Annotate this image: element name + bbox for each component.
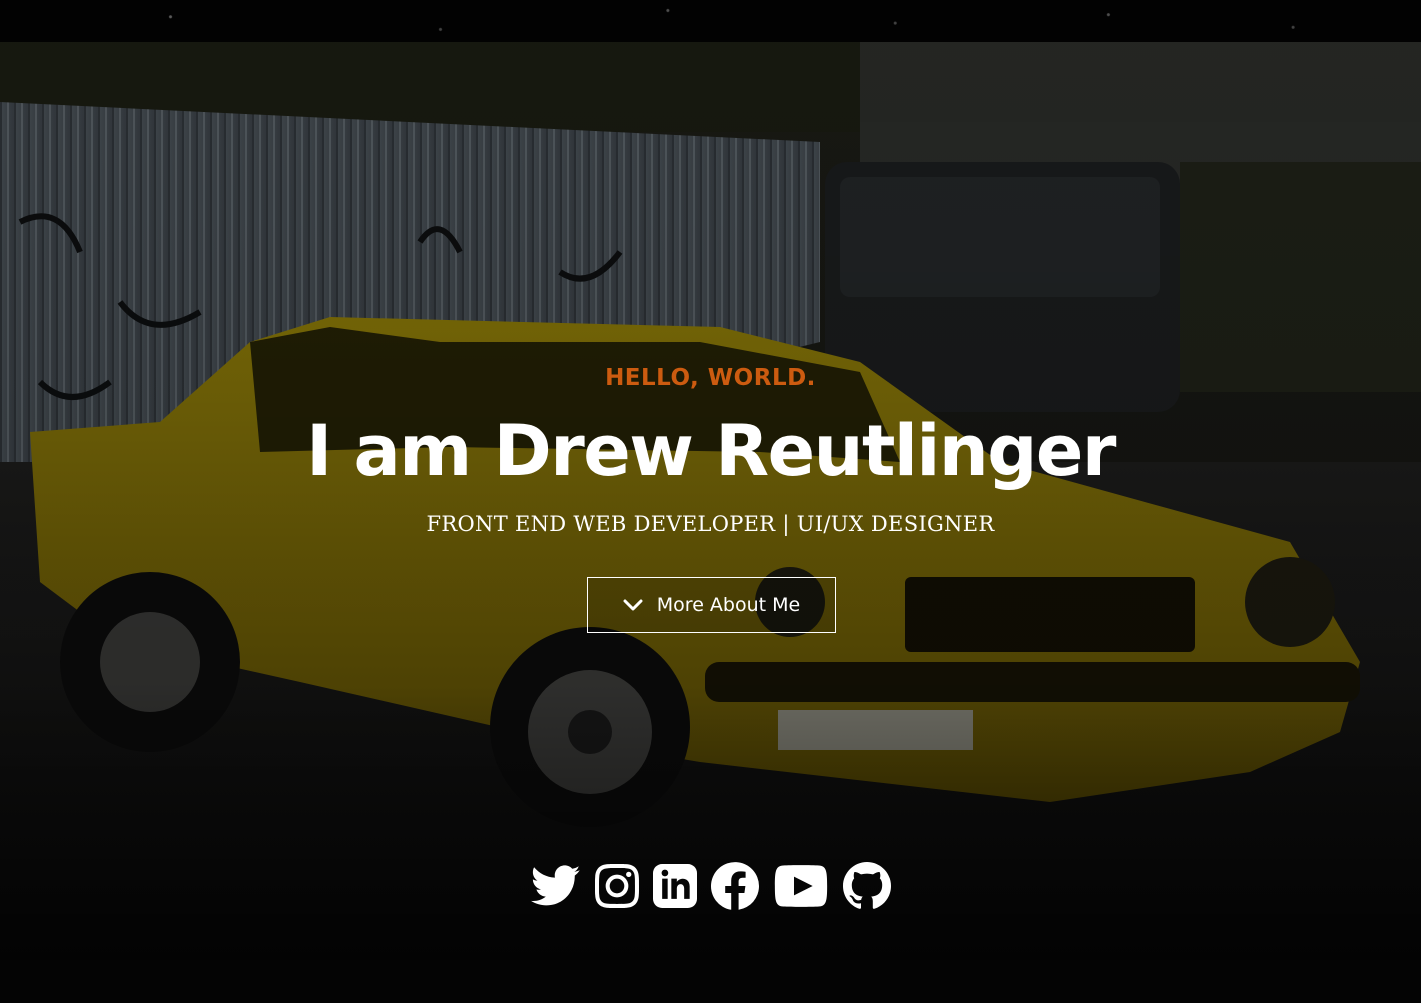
more-about-me-button[interactable]: More About Me: [587, 577, 836, 633]
twitter-link[interactable]: [530, 864, 581, 908]
social-links: [0, 860, 1421, 912]
github-icon: [842, 862, 891, 909]
greeting-text: HELLO, WORLD.: [605, 365, 816, 391]
chevron-down-icon: [623, 599, 643, 611]
github-link[interactable]: [842, 862, 891, 910]
hero-content: HELLO, WORLD. I am Drew Reutlinger FRONT…: [0, 42, 1421, 960]
twitter-icon: [530, 865, 580, 906]
linkedin-link[interactable]: [652, 864, 697, 908]
top-strip: [0, 0, 1421, 42]
linkedin-icon: [652, 864, 697, 908]
hero-name-heading: I am Drew Reutlinger: [306, 410, 1116, 492]
instagram-icon: [594, 864, 639, 908]
facebook-link[interactable]: [710, 862, 759, 910]
more-about-me-label: More About Me: [656, 594, 801, 616]
bottom-strip: [0, 960, 1421, 1003]
hero-subtitle: FRONT END WEB DEVELOPER | UI/UX DESIGNER: [426, 512, 995, 536]
hero-section: HELLO, WORLD. I am Drew Reutlinger FRONT…: [0, 42, 1421, 960]
youtube-icon: [774, 865, 827, 907]
facebook-icon: [710, 862, 759, 910]
youtube-link[interactable]: [773, 865, 829, 907]
instagram-link[interactable]: [594, 864, 639, 908]
